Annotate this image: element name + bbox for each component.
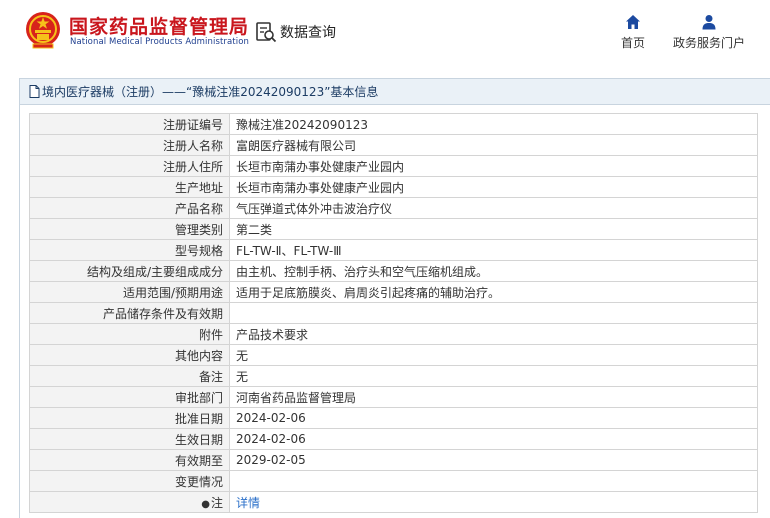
- table-row: 审批部门 河南省药品监督管理局: [29, 386, 758, 408]
- field-value: 富朗医疗器械有限公司: [229, 134, 758, 156]
- table-row: 其他内容无: [29, 344, 758, 366]
- field-label: 注册人住所: [29, 155, 230, 177]
- note-row: ●注 详情: [29, 491, 758, 513]
- note-key: 注: [210, 495, 223, 510]
- table-row: 注册证编号 豫械注准20242090123: [29, 113, 758, 135]
- table-row: 备注无: [29, 365, 758, 387]
- field-value: 长垣市南蒲办事处健康产业园内: [229, 155, 758, 177]
- field-label: 附件: [29, 323, 230, 345]
- table-row: 型号规格 FL-TW-Ⅱ、FL-TW-Ⅲ: [29, 239, 758, 261]
- detail-table: 注册证编号 豫械注准20242090123 注册人名称 富朗医疗器械有限公司 注册人住所…: [29, 113, 758, 513]
- document-icon: [29, 85, 40, 98]
- table-row: 生效日期 2024-02-06: [29, 428, 758, 450]
- field-value: 由主机、控制手柄、治疗头和空气压缩机组成。: [229, 260, 758, 282]
- field-label: 注册人名称: [29, 134, 230, 156]
- pin-icon: ●: [201, 498, 210, 510]
- field-value: 第二类: [229, 218, 758, 240]
- brand-subtitle: National Medical Products Administration: [70, 37, 249, 47]
- field-value: 适用于足底筋膜炎、肩周炎引起疼痛的辅助治疗。: [229, 281, 758, 303]
- table-row: 附件 产品技术要求: [29, 323, 758, 345]
- field-value: 2024-02-06: [229, 428, 758, 450]
- table-row: 注册人住所 长垣市南蒲办事处健康产业园内: [29, 155, 758, 177]
- table-row: 有效期至 2029-02-05: [29, 449, 758, 471]
- field-label: 生产地址: [29, 176, 230, 198]
- home-icon: [626, 15, 640, 29]
- detail-link[interactable]: 详情: [236, 496, 260, 510]
- field-label: 结构及组成/主要组成成分: [29, 260, 230, 282]
- table-row: 适用范围/预期用途 适用于足底筋膜炎、肩周炎引起疼痛的辅助治疗。: [29, 281, 758, 303]
- table-row: 结构及组成/主要组成成分 由主机、控制手柄、治疗头和空气压缩机组成。: [29, 260, 758, 282]
- field-value: 产品技术要求: [229, 323, 758, 345]
- field-label: 有效期至: [29, 449, 230, 471]
- field-value: 豫械注准20242090123: [229, 113, 758, 135]
- nav-home[interactable]: 首页: [616, 14, 650, 51]
- field-value: FL-TW-Ⅱ、FL-TW-Ⅲ: [229, 239, 758, 261]
- field-label: 生效日期: [29, 428, 230, 450]
- field-label: 其他内容: [29, 344, 230, 366]
- field-value: [229, 302, 758, 324]
- field-value: 无: [229, 365, 758, 387]
- field-label: 产品储存条件及有效期: [29, 302, 230, 324]
- table-row: 产品储存条件及有效期: [29, 302, 758, 324]
- field-label: 审批部门: [29, 386, 230, 408]
- field-value: 河南省药品监督管理局: [229, 386, 758, 408]
- table-row: 批准日期 2024-02-06: [29, 407, 758, 429]
- nav-gov-label: 政务服务门户: [672, 36, 745, 50]
- table-row: 产品名称 气压弹道式体外冲击波治疗仪: [29, 197, 758, 219]
- field-value: 气压弹道式体外冲击波治疗仪: [229, 197, 758, 219]
- note-key-cell: ●注: [29, 491, 230, 513]
- site-header: 国家药品监督管理局 National Medical Products Admi…: [0, 0, 770, 66]
- table-row: 注册人名称 富朗医疗器械有限公司: [29, 134, 758, 156]
- field-label: 适用范围/预期用途: [29, 281, 230, 303]
- nav-gov-portal[interactable]: 政务服务门户: [671, 14, 747, 51]
- field-label: 备注: [29, 365, 230, 387]
- field-value: 2024-02-06: [229, 407, 758, 429]
- field-label: 产品名称: [29, 197, 230, 219]
- field-label: 型号规格: [29, 239, 230, 261]
- note-value-cell: 详情: [229, 491, 758, 513]
- field-label: 注册证编号: [29, 113, 230, 135]
- detail-panel: 境内医疗器械（注册）——“豫械注准20242090123”基本信息 注册证编号豫…: [19, 78, 770, 518]
- table-row: 变更情况: [29, 470, 758, 492]
- table-row: 管理类别 第二类: [29, 218, 758, 240]
- field-value: 无: [229, 344, 758, 366]
- data-query-link[interactable]: 数据查询: [255, 19, 336, 45]
- panel-title-bar: 境内医疗器械（注册）——“豫械注准20242090123”基本信息: [20, 79, 770, 105]
- brand-title: 国家药品监督管理局: [69, 16, 250, 38]
- field-value: [229, 470, 758, 492]
- table-row: 生产地址 长垣市南蒲办事处健康产业园内: [29, 176, 758, 198]
- nav-home-label: 首页: [620, 36, 645, 50]
- field-label: 变更情况: [29, 470, 230, 492]
- document-search-icon: [256, 22, 277, 43]
- field-value: 2029-02-05: [229, 449, 758, 471]
- field-label: 批准日期: [29, 407, 230, 429]
- data-query-label: 数据查询: [280, 25, 336, 41]
- panel-title: 境内医疗器械（注册）——“豫械注准20242090123”基本信息: [42, 85, 379, 99]
- field-value: 长垣市南蒲办事处健康产业园内: [229, 176, 758, 198]
- national-emblem-icon: [26, 12, 60, 49]
- person-icon: [702, 15, 716, 30]
- field-label: 管理类别: [29, 218, 230, 240]
